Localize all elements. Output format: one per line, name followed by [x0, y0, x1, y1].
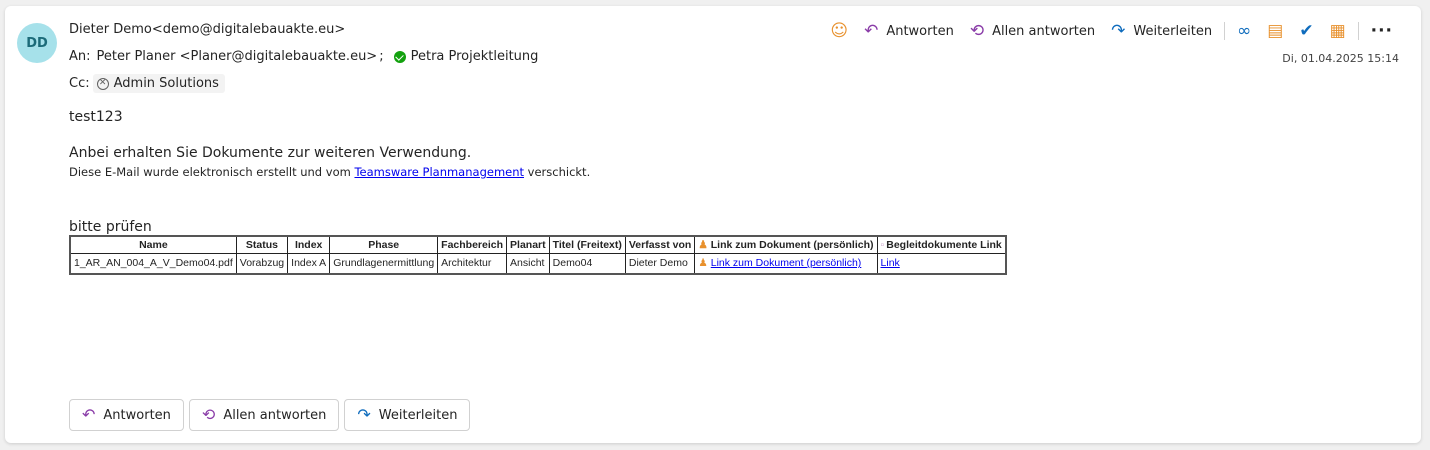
column-header: ▫ Begleitdokumente Link: [876, 235, 1007, 254]
column-header-label: Begleitdokumente Link: [886, 239, 1002, 251]
body-text: Anbei erhalten Sie Dokumente zur weitere…: [69, 145, 472, 161]
note-icon: ▤: [1267, 20, 1284, 41]
message-body: test123 Anbei erhalten Sie Dokumente zur…: [69, 109, 1369, 275]
cell-fachbereich: Architektur: [437, 253, 508, 274]
cell-link-begleit: Link: [876, 253, 1007, 274]
cell-status: Vorabzug: [235, 253, 289, 274]
recipient-separator: ;: [379, 49, 384, 64]
cell-phase: Grundlagenermittlung: [329, 253, 439, 274]
emoji-reaction-button[interactable]: ☺: [822, 18, 856, 44]
presence-available-icon: [393, 50, 406, 63]
person-icon: ♟: [698, 239, 708, 251]
reply-all-button[interactable]: ⟲ Allen antworten: [962, 18, 1103, 44]
message-toolbar: ☺ ↶ Antworten ⟲ Allen antworten ↷ Weiter…: [822, 18, 1401, 44]
forward-label: Weiterleiten: [1133, 23, 1213, 39]
smiley-icon: ☺: [830, 20, 849, 41]
reply-icon: ↶: [82, 405, 96, 424]
reply-button[interactable]: ↶ Antworten: [856, 18, 962, 44]
body-text: bitte prüfen: [69, 219, 152, 235]
body-text: test123: [69, 109, 123, 125]
notes-button[interactable]: ▤: [1259, 18, 1291, 44]
cell-name: 1_AR_AN_004_A_V_Demo04.pdf: [69, 253, 237, 274]
begleit-link[interactable]: Link: [881, 257, 900, 269]
quick-reply-bar: ↶ Antworten ⟲ Allen antworten ↷ Weiterle…: [69, 399, 471, 431]
reply-all-label: Allen antworten: [223, 407, 327, 423]
footnote-suffix: verschickt.: [524, 165, 591, 179]
documents-table: Name Status Index Phase Fachbereich Plan…: [69, 235, 1007, 275]
email-reading-pane: DD Dieter Demo<demo@digitalebauakte.eu> …: [5, 6, 1421, 443]
cc-line: Cc: ✕ Admin Solutions: [69, 74, 225, 93]
more-icon: ···: [1370, 20, 1393, 41]
cc-recipient: Admin Solutions: [113, 76, 219, 91]
to-line: An: Peter Planer <Planer@digitalebauakte…: [69, 49, 538, 64]
link-button[interactable]: ∞: [1229, 18, 1259, 44]
footnote-prefix: Diese E-Mail wurde elektronisch erstellt…: [69, 165, 355, 179]
reply-all-icon: ⟲: [201, 405, 216, 424]
more-actions-button[interactable]: ···: [1363, 18, 1401, 44]
reply-label: Antworten: [886, 23, 954, 39]
column-header: Phase: [329, 235, 439, 254]
column-header: Planart: [506, 235, 550, 254]
forward-icon: ↷: [357, 405, 371, 424]
apps-button[interactable]: ▦: [1322, 18, 1354, 44]
reply-button-bottom[interactable]: ↶ Antworten: [69, 399, 184, 431]
column-header-label: Link zum Dokument (persönlich): [710, 239, 874, 251]
presence-offline-icon: ✕: [96, 77, 109, 90]
document-icon: ▫: [880, 239, 885, 251]
cc-recipient-chip[interactable]: ✕ Admin Solutions: [92, 74, 225, 93]
checkmark-icon: ✔: [1299, 20, 1314, 41]
column-header: Status: [235, 235, 289, 254]
sender-name[interactable]: Dieter Demo<demo@digitalebauakte.eu>: [69, 22, 345, 37]
reply-all-button-bottom[interactable]: ⟲ Allen antworten: [188, 399, 340, 431]
forward-label: Weiterleiten: [378, 407, 458, 423]
cell-index: Index A: [287, 253, 331, 274]
apps-grid-icon: ▦: [1329, 20, 1346, 41]
reply-icon: ↶: [864, 20, 879, 41]
teamsware-link[interactable]: Teamsware Planmanagement: [354, 165, 524, 179]
forward-icon: ↷: [1111, 20, 1126, 41]
toolbar-divider: [1224, 22, 1226, 40]
column-header: ♟ Link zum Dokument (persönlich): [694, 235, 878, 254]
column-header: Index: [287, 235, 331, 254]
to-recipient[interactable]: Peter Planer <Planer@digitalebauakte.eu>: [97, 49, 378, 64]
column-header: Name: [69, 235, 237, 254]
link-icon: ∞: [1237, 20, 1252, 41]
document-link[interactable]: Link zum Dokument (persönlich): [711, 257, 862, 269]
todo-button[interactable]: ✔: [1291, 18, 1321, 44]
person-icon: ♟: [698, 257, 708, 270]
column-header: Titel (Freitext): [548, 235, 626, 254]
table-header-row: Name Status Index Phase Fachbereich Plan…: [69, 235, 1007, 254]
reply-all-label: Allen antworten: [992, 23, 1096, 39]
cc-label: Cc:: [69, 76, 90, 91]
cell-titel: Demo04: [548, 253, 626, 274]
column-header: Verfasst von: [624, 235, 696, 254]
toolbar-divider: [1357, 22, 1359, 40]
cell-verfasst: Dieter Demo: [624, 253, 696, 274]
message-date: Di, 01.04.2025 15:14: [1282, 52, 1399, 65]
column-header: Fachbereich: [437, 235, 508, 254]
cell-link-doc: ♟ Link zum Dokument (persönlich): [694, 253, 878, 274]
cell-planart: Ansicht: [506, 253, 550, 274]
body-footnote: Diese E-Mail wurde elektronisch erstellt…: [69, 165, 1369, 179]
reply-label: Antworten: [103, 407, 171, 423]
forward-button-bottom[interactable]: ↷ Weiterleiten: [344, 399, 471, 431]
avatar[interactable]: DD: [17, 23, 57, 63]
forward-button[interactable]: ↷ Weiterleiten: [1103, 18, 1220, 44]
table-row: 1_AR_AN_004_A_V_Demo04.pdf Vorabzug Inde…: [69, 253, 1007, 274]
to-label: An:: [69, 49, 91, 64]
to-recipient[interactable]: Petra Projektleitung: [411, 49, 539, 64]
reply-all-icon: ⟲: [969, 20, 985, 41]
